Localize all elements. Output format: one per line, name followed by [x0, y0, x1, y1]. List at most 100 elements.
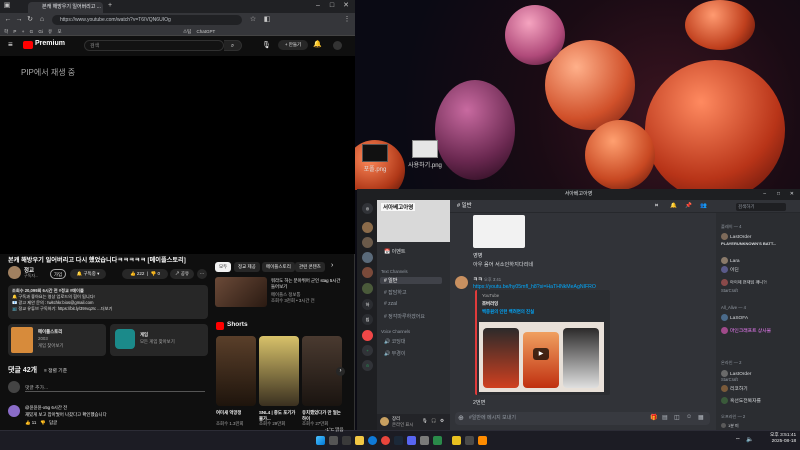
game-card[interactable]: 메이플스토리 2003 게임 찾아보기: [8, 324, 106, 356]
steam-icon[interactable]: [394, 436, 403, 445]
mic-icon[interactable]: 🎙: [422, 418, 428, 424]
server-icon[interactable]: [362, 222, 373, 233]
comment-author[interactable]: @윤윤윤-x5g 6시간 전: [25, 405, 67, 411]
server-icon[interactable]: [362, 330, 373, 341]
voice-channel-item[interactable]: 🔊 부경이: [384, 350, 405, 357]
message-input[interactable]: #일반에 메시지 보내기: [455, 412, 710, 425]
category-text-channels[interactable]: Text Channels: [381, 269, 408, 274]
app-icon[interactable]: [465, 436, 474, 445]
member-item[interactable]: Lara: [721, 257, 740, 264]
forward-icon[interactable]: →: [14, 15, 24, 25]
youtube-logo-text[interactable]: Premium: [35, 40, 65, 47]
voice-channel-item[interactable]: 🔊 코딩대: [384, 338, 405, 345]
recommended-video-thumbnail[interactable]: [215, 277, 267, 307]
chip-channel[interactable]: 정교 제공: [234, 262, 260, 272]
server-icon[interactable]: 칩: [362, 314, 373, 325]
join-button[interactable]: 가입: [50, 269, 66, 279]
star-icon[interactable]: ☆: [248, 15, 258, 25]
close-icon[interactable]: ✕: [790, 189, 794, 200]
server-icon[interactable]: [362, 267, 373, 278]
message-author[interactable]: ㅋㅋ 오후 3:41: [473, 276, 501, 283]
bookmark[interactable]: 학: [4, 27, 8, 35]
short-title[interactable]: 유치했었다가 만 얼는 하이: [302, 410, 342, 421]
comment-like-icon[interactable]: 👍: [25, 420, 30, 425]
chip-related[interactable]: 관련 콘텐츠: [295, 262, 325, 272]
search-input[interactable]: 검색하기: [736, 203, 786, 211]
server-icon[interactable]: [362, 283, 373, 294]
app-icon[interactable]: [433, 436, 442, 445]
minimize-icon[interactable]: –: [763, 189, 766, 200]
bookmark[interactable]: Gi: [38, 27, 43, 35]
server-icon[interactable]: [362, 237, 373, 248]
game-browse-card[interactable]: 게임 모든 게임 찾아보기: [110, 324, 208, 356]
member-item[interactable]: LastOrder: [721, 370, 751, 377]
home-icon[interactable]: ⌂: [37, 15, 47, 25]
chrome-icon[interactable]: [381, 436, 390, 445]
short-title[interactable]: 여미새 억망정: [216, 410, 256, 416]
channel-avatar[interactable]: [8, 266, 21, 279]
channel-general[interactable]: # 일반: [380, 277, 442, 284]
events-item[interactable]: 📅 이벤트: [384, 248, 405, 255]
explore-icon[interactable]: ⊙: [362, 360, 373, 371]
server-name[interactable]: 서아베고아영: [381, 203, 416, 211]
bookmark[interactable]: 유: [48, 27, 52, 35]
gif-icon[interactable]: ▤: [662, 414, 668, 421]
desktop-file-icon[interactable]: 사용하기.png: [405, 140, 445, 169]
avatar[interactable]: [333, 41, 342, 50]
like-button[interactable]: 👍 222: [130, 271, 144, 276]
sticker-icon[interactable]: ◫: [674, 414, 680, 421]
file-explorer-icon[interactable]: [355, 436, 364, 445]
comment-dislike-icon[interactable]: 👎: [40, 420, 45, 425]
app-icon[interactable]: [478, 436, 487, 445]
close-icon[interactable]: ✕: [341, 1, 351, 11]
reload-icon[interactable]: ↻: [25, 15, 35, 25]
sort-button[interactable]: ≡ 정렬 기준: [44, 367, 67, 374]
pin-icon[interactable]: 📌: [685, 200, 692, 213]
settings-gear-icon[interactable]: ⚙: [440, 418, 444, 424]
member-item[interactable]: LastOrder: [721, 233, 751, 240]
member-item[interactable]: LaSOFA: [721, 314, 748, 321]
youtube-logo-icon[interactable]: [23, 41, 33, 49]
volume-icon[interactable]: 🔈: [746, 436, 753, 443]
shorts-next-icon[interactable]: ›: [336, 367, 345, 376]
bookmark[interactable]: ChatGPT: [197, 27, 216, 35]
apps-icon[interactable]: ▦: [698, 414, 704, 421]
discord-home-icon[interactable]: ◎: [362, 203, 373, 214]
chip-all[interactable]: 모두: [215, 262, 232, 272]
create-button[interactable]: + 만들기: [278, 40, 308, 50]
chip-game[interactable]: 메이플스토리: [262, 262, 295, 272]
tab-menu-icon[interactable]: ▣: [2, 1, 12, 11]
tab-youtube[interactable]: 본캐 해방우기 일어버리고 ...: [28, 2, 103, 13]
bookmark[interactable]: G: [30, 27, 34, 35]
app-icon[interactable]: [452, 436, 461, 445]
channel-item[interactable]: # 정각마루하겠어요: [384, 313, 425, 320]
discord-app-icon[interactable]: [407, 436, 416, 445]
search-icon[interactable]: [329, 436, 338, 445]
attachment-image[interactable]: [473, 215, 525, 248]
short-title[interactable]: SNL4 | 중도 포기가 불가...: [259, 410, 299, 421]
channel-item[interactable]: # 잡담하고: [384, 289, 407, 296]
notification-bell-icon[interactable]: 🔔: [313, 40, 322, 48]
embed-channel[interactable]: 쪼버러잉: [482, 301, 498, 307]
search-button[interactable]: ⌕: [224, 40, 242, 51]
member-item[interactable]: 리코하기: [721, 385, 748, 393]
message-avatar[interactable]: [455, 276, 468, 289]
video-description[interactable]: 조회수 20,099회 6시간 전 #정교 #메이플 🔔 구독과 좋아요는 영상…: [8, 285, 208, 319]
video-player[interactable]: [0, 56, 355, 254]
channel-item[interactable]: # zzal: [384, 301, 397, 307]
threads-icon[interactable]: ⌗: [655, 200, 658, 213]
minimize-icon[interactable]: –: [313, 1, 323, 11]
more-icon[interactable]: ⋮: [342, 15, 352, 25]
category-voice-channels[interactable]: Voice Channels: [381, 329, 410, 334]
emoji-icon[interactable]: ☺: [686, 414, 692, 420]
headphones-icon[interactable]: 🎧: [431, 418, 436, 424]
maximize-icon[interactable]: □: [777, 189, 780, 200]
comment-input[interactable]: 댓글 추가...: [25, 384, 205, 392]
app-icon[interactable]: [420, 436, 429, 445]
clock[interactable]: 오후 3:51:41 2025-08-18: [770, 433, 796, 445]
server-icon[interactable]: 하: [362, 299, 373, 310]
windows-start-icon[interactable]: [316, 436, 325, 445]
member-item[interactable]: 이딘: [721, 266, 739, 274]
embed-thumbnail[interactable]: ▶: [479, 322, 604, 392]
edge-icon[interactable]: [368, 436, 377, 445]
